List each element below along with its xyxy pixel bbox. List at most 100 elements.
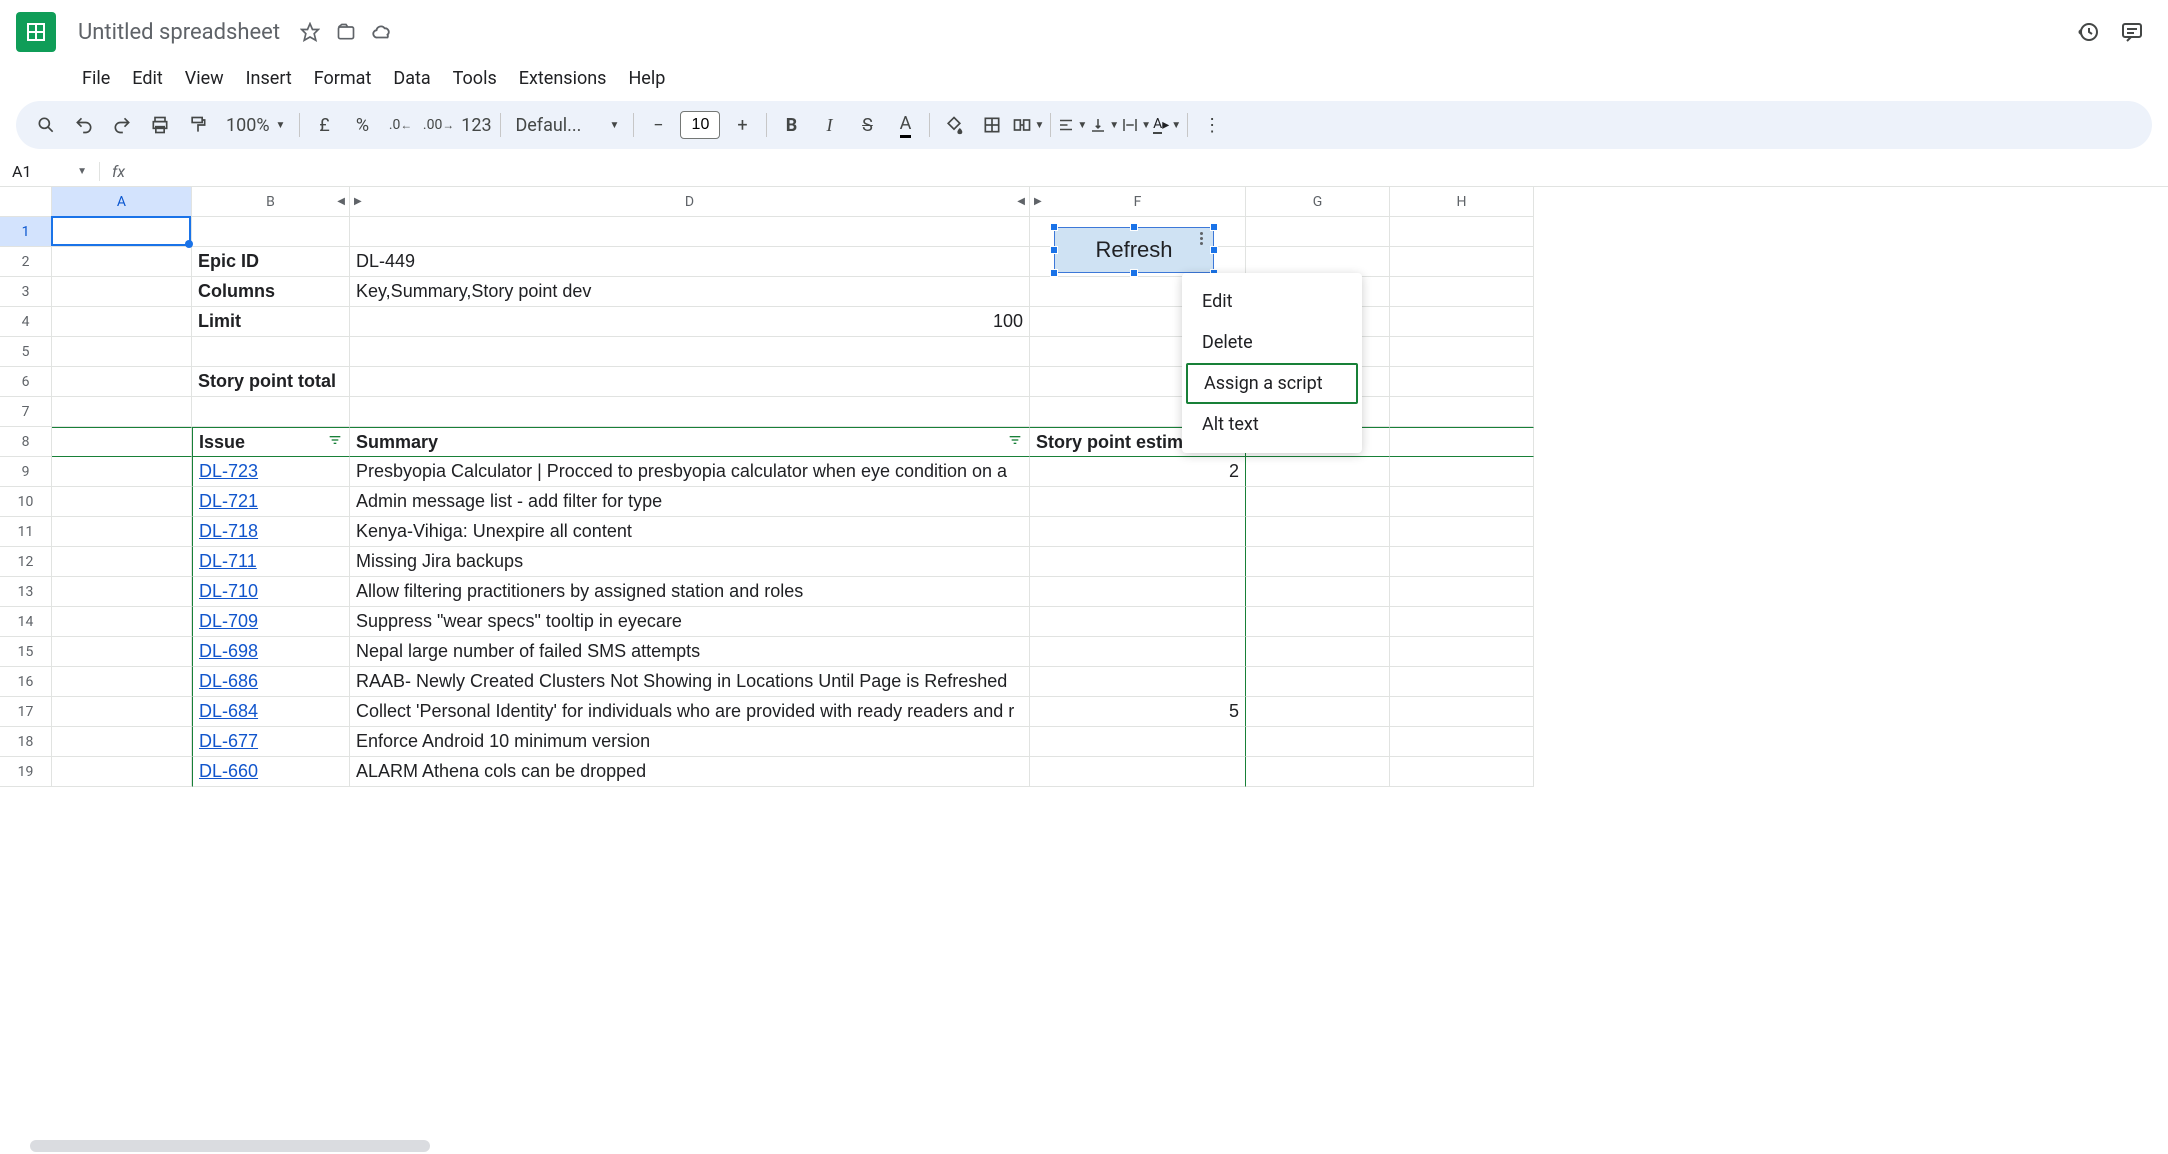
row-header[interactable]: 7 — [0, 397, 52, 427]
cell[interactable] — [1390, 697, 1534, 727]
cell[interactable] — [1390, 217, 1534, 247]
italic-button[interactable]: I — [811, 107, 847, 143]
cell-header-issue[interactable]: Issue — [192, 427, 350, 457]
resize-handle[interactable] — [1050, 269, 1058, 277]
zoom-dropdown[interactable]: 100%▼ — [218, 115, 293, 136]
cell[interactable] — [1030, 517, 1246, 547]
row-header[interactable]: 9 — [0, 457, 52, 487]
refresh-drawing-button[interactable]: Refresh — [1054, 227, 1214, 273]
percent-button[interactable]: % — [344, 107, 380, 143]
drawing-menu-icon[interactable] — [1193, 232, 1209, 245]
filter-icon[interactable] — [1007, 432, 1023, 453]
row-header[interactable]: 19 — [0, 757, 52, 787]
star-icon[interactable] — [298, 20, 322, 44]
cell[interactable] — [1030, 577, 1246, 607]
cell[interactable]: Admin message list - add filter for type — [350, 487, 1030, 517]
select-all-corner[interactable] — [0, 187, 52, 217]
menu-file[interactable]: File — [72, 64, 120, 93]
col-header-b[interactable]: B◀ — [192, 187, 350, 216]
cell[interactable]: Columns — [192, 277, 350, 307]
cell[interactable]: 5 — [1030, 697, 1246, 727]
row-header[interactable]: 14 — [0, 607, 52, 637]
cell[interactable] — [1246, 487, 1390, 517]
cell[interactable]: Nepal large number of failed SMS attempt… — [350, 637, 1030, 667]
issue-link[interactable]: DL-677 — [192, 727, 350, 757]
cell[interactable] — [1246, 457, 1390, 487]
cell[interactable] — [1390, 517, 1534, 547]
cell[interactable]: Enforce Android 10 minimum version — [350, 727, 1030, 757]
cell[interactable] — [52, 217, 192, 247]
resize-handle[interactable] — [1050, 246, 1058, 254]
row-header[interactable]: 18 — [0, 727, 52, 757]
cell[interactable] — [1246, 547, 1390, 577]
row-header[interactable]: 4 — [0, 307, 52, 337]
cell[interactable] — [192, 217, 350, 247]
currency-button[interactable]: £ — [306, 107, 342, 143]
cell[interactable] — [52, 607, 192, 637]
issue-link[interactable]: DL-686 — [192, 667, 350, 697]
cell[interactable] — [52, 307, 192, 337]
issue-link[interactable]: DL-723 — [192, 457, 350, 487]
cell[interactable] — [52, 397, 192, 427]
cell[interactable] — [1030, 757, 1246, 787]
cell[interactable]: Missing Jira backups — [350, 547, 1030, 577]
cell[interactable] — [1246, 637, 1390, 667]
cell[interactable] — [1246, 697, 1390, 727]
cell[interactable] — [52, 727, 192, 757]
expand-icon[interactable]: ◀ — [337, 196, 345, 207]
resize-handle[interactable] — [1130, 223, 1138, 231]
menu-view[interactable]: View — [175, 64, 234, 93]
col-header-a[interactable]: A — [52, 187, 192, 216]
sheets-logo[interactable] — [16, 12, 56, 52]
cell[interactable] — [1390, 397, 1534, 427]
move-icon[interactable] — [334, 20, 358, 44]
issue-link[interactable]: DL-660 — [192, 757, 350, 787]
cell[interactable] — [52, 247, 192, 277]
ctx-assign-script[interactable]: Assign a script — [1186, 363, 1358, 404]
more-icon[interactable]: ⋮ — [1194, 107, 1230, 143]
filter-icon[interactable] — [327, 432, 343, 453]
issue-link[interactable]: DL-684 — [192, 697, 350, 727]
cell[interactable] — [1390, 637, 1534, 667]
v-align-dropdown[interactable]: ▼ — [1089, 116, 1119, 134]
cell[interactable] — [1030, 487, 1246, 517]
issue-link[interactable]: DL-709 — [192, 607, 350, 637]
cell[interactable] — [52, 547, 192, 577]
row-header[interactable]: 5 — [0, 337, 52, 367]
cell[interactable]: 2 — [1030, 457, 1246, 487]
cell[interactable] — [1390, 457, 1534, 487]
ctx-delete[interactable]: Delete — [1182, 322, 1362, 363]
issue-link[interactable]: DL-711 — [192, 547, 350, 577]
wrap-dropdown[interactable]: ▼ — [1121, 116, 1151, 134]
cell[interactable] — [1246, 727, 1390, 757]
cell[interactable] — [52, 277, 192, 307]
cell-header-summary[interactable]: Summary — [350, 427, 1030, 457]
row-header[interactable]: 15 — [0, 637, 52, 667]
increase-font-button[interactable]: + — [724, 107, 760, 143]
menu-extensions[interactable]: Extensions — [509, 64, 617, 93]
cell[interactable] — [1246, 757, 1390, 787]
cell[interactable] — [1390, 487, 1534, 517]
font-dropdown[interactable]: Defaul...▼ — [507, 115, 627, 136]
search-icon[interactable] — [28, 107, 64, 143]
cells-area[interactable]: Epic IDDL-449 ColumnsKey,Summary,Story p… — [52, 217, 1534, 787]
col-header-g[interactable]: G — [1246, 187, 1390, 216]
cell[interactable]: DL-449 — [350, 247, 1030, 277]
cell[interactable] — [52, 697, 192, 727]
expand-icon[interactable]: ▶ — [1034, 196, 1042, 207]
row-header[interactable]: 2 — [0, 247, 52, 277]
cell[interactable] — [52, 637, 192, 667]
font-size-input[interactable] — [680, 111, 720, 139]
row-header[interactable]: 3 — [0, 277, 52, 307]
cell[interactable] — [1246, 517, 1390, 547]
cell[interactable] — [350, 367, 1030, 397]
resize-handle[interactable] — [1210, 223, 1218, 231]
row-header[interactable]: 11 — [0, 517, 52, 547]
cell[interactable]: Limit — [192, 307, 350, 337]
col-header-f[interactable]: ▶F — [1030, 187, 1246, 216]
expand-icon[interactable]: ▶ — [354, 196, 362, 207]
cell[interactable] — [1030, 667, 1246, 697]
ctx-edit[interactable]: Edit — [1182, 281, 1362, 322]
menu-tools[interactable]: Tools — [443, 64, 507, 93]
number-format-button[interactable]: 123 — [458, 107, 494, 143]
